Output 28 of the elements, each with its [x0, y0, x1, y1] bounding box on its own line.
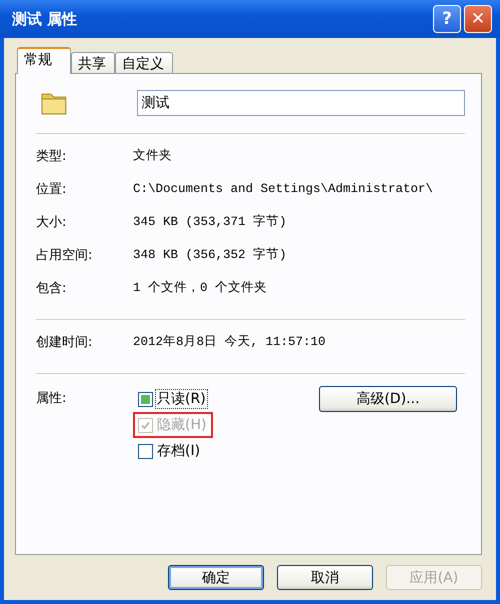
- attributes-label: 属性:: [36, 390, 68, 407]
- checkbox[interactable]: [138, 392, 153, 406]
- tab[interactable]: 共享: [71, 52, 115, 73]
- advanced-button[interactable]: 高级(D)...: [319, 386, 457, 412]
- field-value: 348 KB (356,352 字节): [133, 246, 287, 263]
- field-value: 文件夹: [133, 148, 172, 164]
- checkbox-label: 隐藏(H): [156, 416, 208, 435]
- checkbox-label: 存档(I): [156, 442, 202, 461]
- field-value: 345 KB (353,371 字节): [133, 214, 287, 230]
- help-button[interactable]: ?: [433, 5, 461, 33]
- window-title: 测试 属性: [12, 10, 78, 28]
- dialog-button[interactable]: 取消: [277, 565, 373, 590]
- field-value: C:\Documents and Settings\Administrator\: [133, 182, 434, 196]
- field-label: 类型:: [36, 148, 68, 164]
- field-label: 位置:: [36, 180, 68, 198]
- field-label: 创建时间:: [36, 334, 94, 350]
- checkbox[interactable]: [138, 444, 153, 458]
- dialog-button[interactable]: 确定: [168, 565, 264, 590]
- field-value: 1 个文件，0 个文件夹: [133, 280, 268, 296]
- field-value: 2012年8月8日 今天, 11:57:10: [133, 334, 326, 350]
- field-label: 包含:: [36, 280, 68, 296]
- field-label: 占用空间:: [36, 246, 94, 264]
- tab[interactable]: 自定义: [115, 52, 173, 73]
- checkbox-label: 只读(R): [155, 389, 208, 409]
- tab[interactable]: 常规: [17, 47, 71, 74]
- name-field[interactable]: 测试: [136, 90, 465, 116]
- close-button[interactable]: ✕: [464, 5, 492, 33]
- field-label: 大小:: [36, 214, 68, 230]
